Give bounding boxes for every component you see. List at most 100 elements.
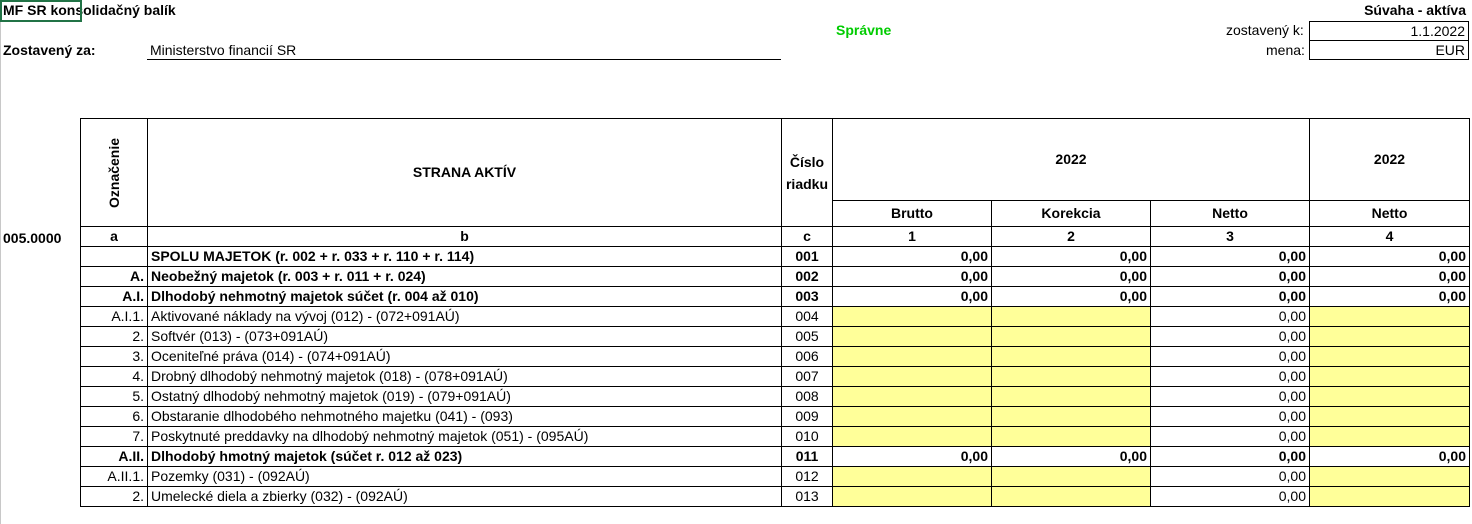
cell-netto[interactable]: 0,00: [1150, 406, 1310, 427]
cell-netto-prev[interactable]: [1309, 486, 1470, 507]
cell-brutto[interactable]: 0,00: [832, 446, 992, 467]
cell-netto-prev[interactable]: [1309, 326, 1470, 347]
row-label: SPOLU MAJETOK (r. 002 + r. 033 + r. 110 …: [147, 246, 782, 267]
row-label: Aktivované náklady na vývoj (012) - (072…: [147, 306, 782, 327]
row-label: Dlhodobý nehmotný majetok súčet (r. 004 …: [147, 286, 782, 307]
row-label: Ostatný dlhodobý nehmotný majetok (019) …: [147, 386, 782, 407]
col-header-netto: Netto: [1150, 200, 1310, 227]
cell-netto[interactable]: 0,00: [1150, 346, 1310, 367]
cell-netto-prev[interactable]: 0,00: [1309, 266, 1470, 287]
compiled-at-label: zostavený k:: [1226, 22, 1304, 38]
cell-netto-prev[interactable]: 0,00: [1309, 286, 1470, 307]
row-label: Obstaranie dlhodobého nehmotného majetku…: [147, 406, 782, 427]
cell-netto[interactable]: 0,00: [1150, 326, 1310, 347]
cell-netto-prev[interactable]: [1309, 406, 1470, 427]
cell-brutto[interactable]: [832, 426, 992, 447]
cell-netto[interactable]: 0,00: [1150, 386, 1310, 407]
cell-brutto[interactable]: [832, 306, 992, 327]
row-number: 010: [781, 426, 833, 447]
col-header-year-prev: 2022: [1309, 118, 1470, 201]
cell-netto-prev[interactable]: [1309, 426, 1470, 447]
cell-brutto[interactable]: 0,00: [832, 266, 992, 287]
cell-korekcia[interactable]: [991, 466, 1151, 487]
cell-korekcia[interactable]: 0,00: [991, 246, 1151, 267]
cell-brutto[interactable]: [832, 486, 992, 507]
row-mark: 2.: [80, 486, 148, 507]
row-number: 005: [781, 326, 833, 347]
row-label: Oceniteľné práva (014) - (074+091AÚ): [147, 346, 782, 367]
cell-korekcia[interactable]: [991, 366, 1151, 387]
row-mark: 2.: [80, 326, 148, 347]
cell-netto-prev[interactable]: [1309, 366, 1470, 387]
row-number: 013: [781, 486, 833, 507]
cell-netto-prev[interactable]: 0,00: [1309, 246, 1470, 267]
cell-netto[interactable]: 0,00: [1150, 466, 1310, 487]
row-number: 011: [781, 446, 833, 467]
cell-korekcia[interactable]: 0,00: [991, 286, 1151, 307]
letter-c: c: [781, 226, 833, 247]
letter-a: a: [80, 226, 148, 247]
cell-brutto[interactable]: [832, 406, 992, 427]
cell-netto-prev[interactable]: [1309, 386, 1470, 407]
letter-2: 2: [991, 226, 1151, 247]
cell-korekcia[interactable]: [991, 306, 1151, 327]
table-row: 2. Softvér (013) - (073+091AÚ) 005 0,00: [80, 326, 1470, 347]
currency-label: mena:: [1266, 42, 1305, 58]
row-number: 008: [781, 386, 833, 407]
letter-1: 1: [832, 226, 992, 247]
row-number: 003: [781, 286, 833, 307]
row-mark: 5.: [80, 386, 148, 407]
row-mark: 4.: [80, 366, 148, 387]
currency-field[interactable]: EUR: [1309, 40, 1469, 60]
cell-netto[interactable]: 0,00: [1150, 266, 1310, 287]
asset-balance-table: Označenie STRANA AKTÍV Číslo riadku 2022…: [80, 118, 1470, 507]
table-row: A.I. Dlhodobý nehmotný majetok súčet (r. …: [80, 286, 1470, 307]
active-cell-selection[interactable]: [0, 0, 82, 22]
cell-netto-prev[interactable]: [1309, 466, 1470, 487]
cell-korekcia[interactable]: [991, 346, 1151, 367]
cell-netto[interactable]: 0,00: [1150, 246, 1310, 267]
cell-netto[interactable]: 0,00: [1150, 446, 1310, 467]
cell-netto[interactable]: 0,00: [1150, 486, 1310, 507]
row-label: Umelecké diela a zbierky (032) - (092AÚ): [147, 486, 782, 507]
cell-brutto[interactable]: [832, 326, 992, 347]
compiled-for-value[interactable]: Ministerstvo financií SR: [150, 42, 296, 58]
cell-korekcia[interactable]: [991, 386, 1151, 407]
col-header-year-group: 2022: [832, 118, 1310, 201]
cell-netto[interactable]: 0,00: [1150, 426, 1310, 447]
table-row: 6. Obstaranie dlhodobého nehmotného majet…: [80, 406, 1470, 427]
table-row: SPOLU MAJETOK (r. 002 + r. 033 + r. 110 …: [80, 246, 1470, 267]
col-header-netto-prev: Netto: [1309, 200, 1470, 227]
cell-brutto[interactable]: [832, 366, 992, 387]
cell-netto[interactable]: 0,00: [1150, 306, 1310, 327]
row-mark: 6.: [80, 406, 148, 427]
cell-netto[interactable]: 0,00: [1150, 366, 1310, 387]
table-row: 2. Umelecké diela a zbierky (032) - (092A…: [80, 486, 1470, 507]
table-row: A.II. Dlhodobý hmotný majetok (súčet r. 0…: [80, 446, 1470, 467]
row-mark: A.II.: [80, 446, 148, 467]
cell-korekcia[interactable]: 0,00: [991, 266, 1151, 287]
col-header-brutto: Brutto: [832, 200, 992, 227]
cell-korekcia[interactable]: [991, 486, 1151, 507]
cell-korekcia[interactable]: [991, 426, 1151, 447]
row-label: Dlhodobý hmotný majetok (súčet r. 012 až…: [147, 446, 782, 467]
row-label: Drobný dlhodobý nehmotný majetok (018) -…: [147, 366, 782, 387]
cell-brutto[interactable]: [832, 386, 992, 407]
row-mark: A.I.: [80, 286, 148, 307]
row-mark: 3.: [80, 346, 148, 367]
col-header-cislo-riadku: Číslo riadku: [781, 118, 833, 227]
cell-brutto[interactable]: [832, 346, 992, 367]
compiled-at-field[interactable]: 1.1.2022: [1309, 21, 1469, 41]
cell-netto-prev[interactable]: [1309, 346, 1470, 367]
cell-netto-prev[interactable]: 0,00: [1309, 446, 1470, 467]
cell-korekcia[interactable]: [991, 406, 1151, 427]
cell-netto[interactable]: 0,00: [1150, 286, 1310, 307]
cell-brutto[interactable]: 0,00: [832, 246, 992, 267]
cell-korekcia[interactable]: 0,00: [991, 446, 1151, 467]
row-label: Softvér (013) - (073+091AÚ): [147, 326, 782, 347]
cell-brutto[interactable]: [832, 466, 992, 487]
cell-korekcia[interactable]: [991, 326, 1151, 347]
cell-netto-prev[interactable]: [1309, 306, 1470, 327]
col-header-korekcia: Korekcia: [991, 200, 1151, 227]
cell-brutto[interactable]: 0,00: [832, 286, 992, 307]
